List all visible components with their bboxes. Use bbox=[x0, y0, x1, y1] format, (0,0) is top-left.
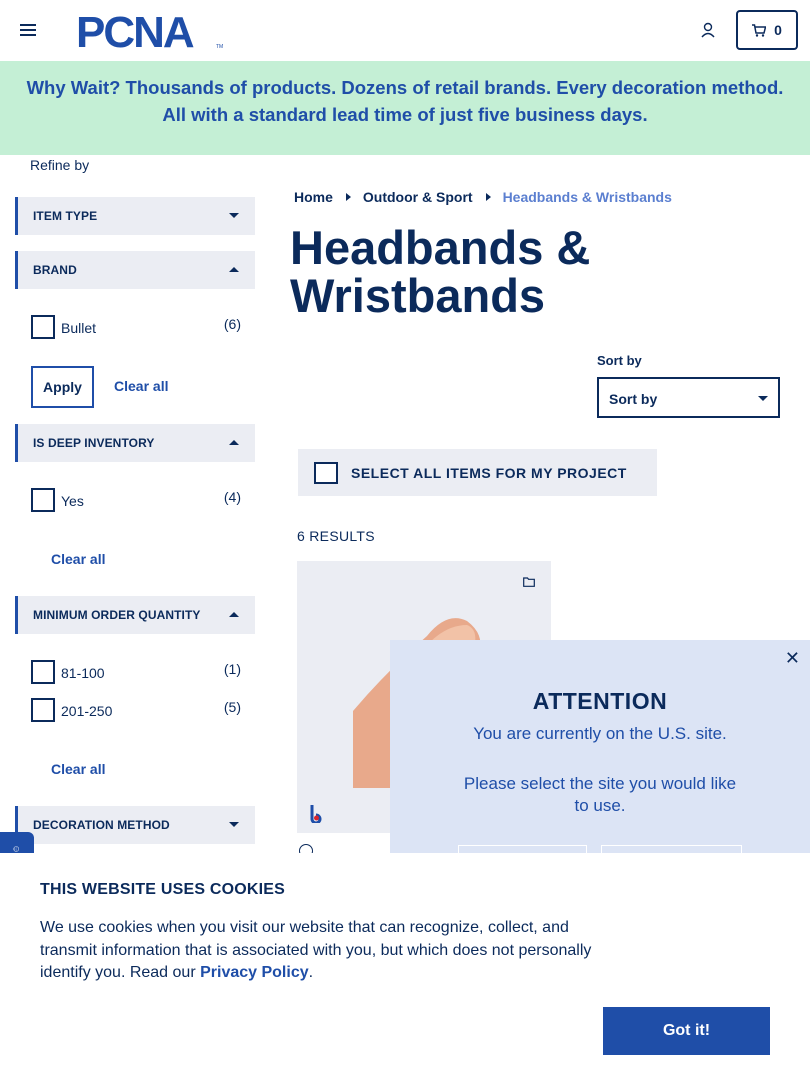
facet-label: IS DEEP INVENTORY bbox=[33, 436, 155, 450]
facet-label: DECORATION METHOD bbox=[33, 818, 170, 832]
got-it-button[interactable]: Got it! bbox=[603, 1007, 770, 1055]
sort-label: Sort by bbox=[597, 353, 642, 368]
facet-brand[interactable]: BRAND bbox=[15, 251, 255, 289]
filter-option-201-250[interactable]: 201-250 (5) bbox=[31, 698, 246, 722]
cookie-period: . bbox=[308, 964, 314, 981]
clear-all-moq-link[interactable]: Clear all bbox=[51, 761, 105, 777]
checkbox[interactable] bbox=[31, 315, 55, 339]
apply-button[interactable]: Apply bbox=[31, 366, 94, 408]
chevron-down-icon bbox=[229, 822, 239, 827]
facet-minimum-order-quantity[interactable]: MINIMUM ORDER QUANTITY bbox=[15, 596, 255, 634]
option-label: 81-100 bbox=[61, 665, 105, 681]
option-label: 201-250 bbox=[61, 703, 113, 719]
folder-icon[interactable] bbox=[523, 577, 535, 587]
option-count: (4) bbox=[223, 489, 241, 505]
checkbox[interactable] bbox=[31, 660, 55, 684]
promo-banner: Why Wait? Thousands of products. Dozens … bbox=[0, 61, 810, 155]
facet-decoration-method[interactable]: DECORATION METHOD bbox=[15, 806, 255, 844]
cookie-body: We use cookies when you visit our websit… bbox=[40, 919, 592, 981]
facet-label: MINIMUM ORDER QUANTITY bbox=[33, 608, 201, 622]
cookie-banner: THIS WEBSITE USES COOKIES We use cookies… bbox=[0, 853, 810, 1080]
svg-text:TM: TM bbox=[216, 44, 223, 50]
cookie-title: THIS WEBSITE USES COOKIES bbox=[40, 881, 286, 898]
chevron-down-icon bbox=[229, 213, 239, 218]
checkbox[interactable] bbox=[31, 488, 55, 512]
svg-text:PCNA: PCNA bbox=[76, 10, 194, 50]
facet-deep-inventory[interactable]: IS DEEP INVENTORY bbox=[15, 424, 255, 462]
menu-icon[interactable] bbox=[20, 24, 36, 36]
chevron-up-icon bbox=[229, 267, 239, 272]
option-count: (1) bbox=[223, 661, 241, 677]
close-icon[interactable]: ✕ bbox=[785, 648, 800, 669]
modal-prompt: Please select the site you would like to… bbox=[463, 774, 737, 815]
option-label: Yes bbox=[61, 493, 84, 509]
modal-message: You are currently on the U.S. site. bbox=[473, 724, 727, 743]
filter-option-81-100[interactable]: 81-100 (1) bbox=[31, 660, 246, 684]
breadcrumb-outdoor-sport[interactable]: Outdoor & Sport bbox=[363, 189, 473, 205]
select-all-items[interactable]: SELECT ALL ITEMS FOR MY PROJECT bbox=[298, 449, 657, 496]
cart-count: 0 bbox=[774, 22, 782, 38]
facet-label: ITEM TYPE bbox=[33, 209, 98, 223]
chevron-right-icon bbox=[345, 193, 351, 201]
option-count: (5) bbox=[223, 699, 241, 715]
select-all-label: SELECT ALL ITEMS FOR MY PROJECT bbox=[351, 465, 627, 481]
checkbox[interactable] bbox=[314, 462, 338, 484]
breadcrumb-current: Headbands & Wristbands bbox=[502, 189, 672, 205]
chevron-down-icon bbox=[758, 396, 768, 401]
brand-badge-icon bbox=[310, 805, 322, 823]
results-count: 6 RESULTS bbox=[297, 528, 375, 544]
checkbox[interactable] bbox=[31, 698, 55, 722]
sort-select[interactable]: Sort by bbox=[597, 377, 780, 418]
pcna-logo[interactable]: PCNA TM bbox=[76, 10, 224, 50]
chevron-right-icon bbox=[485, 193, 491, 201]
refine-by-label: Refine by bbox=[30, 157, 90, 173]
page-title: Headbands & Wristbands bbox=[290, 221, 591, 322]
sort-value: Sort by bbox=[609, 391, 658, 407]
breadcrumb-home[interactable]: Home bbox=[294, 189, 333, 205]
cart-button[interactable]: 0 bbox=[736, 10, 798, 50]
filter-option-bullet[interactable]: Bullet (6) bbox=[31, 315, 246, 339]
clear-all-inventory-link[interactable]: Clear all bbox=[51, 551, 105, 567]
facet-label: BRAND bbox=[33, 263, 77, 277]
site-header: PCNA TM 0 bbox=[0, 0, 810, 61]
facet-item-type[interactable]: ITEM TYPE bbox=[15, 197, 255, 235]
option-count: (6) bbox=[223, 316, 241, 332]
chevron-up-icon bbox=[229, 440, 239, 445]
filter-option-yes[interactable]: Yes (4) bbox=[31, 488, 246, 512]
cart-icon bbox=[752, 23, 767, 37]
account-icon[interactable] bbox=[699, 21, 717, 39]
modal-title: ATTENTION bbox=[532, 688, 668, 714]
option-label: Bullet bbox=[61, 320, 97, 336]
cookie-text: We use cookies when you visit our websit… bbox=[40, 917, 610, 985]
breadcrumb: Home Outdoor & Sport Headbands & Wristba… bbox=[294, 189, 672, 205]
chevron-up-icon bbox=[229, 612, 239, 617]
privacy-policy-link[interactable]: Privacy Policy bbox=[200, 964, 309, 981]
region-modal: ✕ ATTENTION You are currently on the U.S… bbox=[390, 640, 810, 885]
clear-all-brand-link[interactable]: Clear all bbox=[114, 378, 168, 394]
